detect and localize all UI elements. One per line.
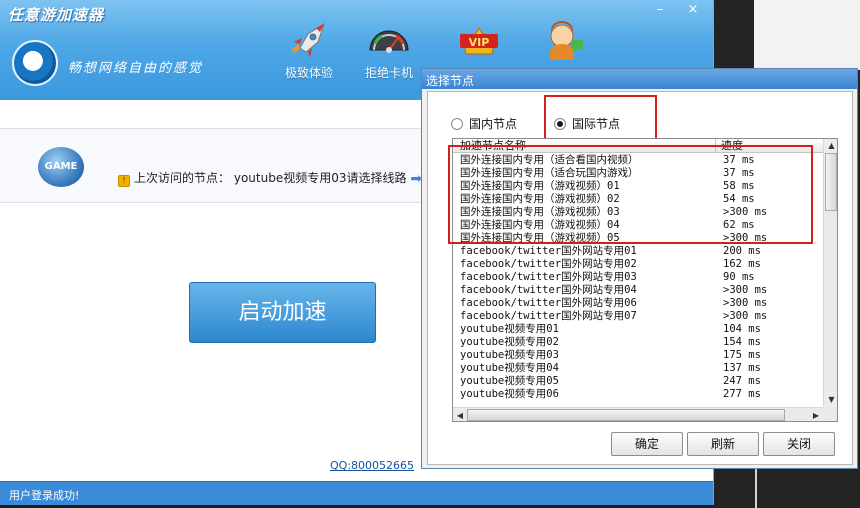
toolbar-label: 拒绝卡机 — [364, 66, 413, 80]
support-agent-icon — [550, 21, 583, 60]
radio-international-nodes[interactable]: 国际节点 — [554, 115, 620, 132]
scroll-left-icon[interactable]: ◀ — [453, 408, 467, 421]
close-button[interactable]: 关闭 — [763, 432, 835, 456]
node-speed: >300 ms — [723, 310, 768, 322]
radio-button[interactable] — [451, 118, 463, 130]
table-row[interactable]: youtube视频专用05 247 ms — [453, 375, 823, 388]
svg-text:VIP: VIP — [469, 36, 490, 49]
node-name: facebook/twitter国外网站专用03 — [460, 271, 637, 283]
warning-icon: ! — [118, 175, 130, 187]
minimize-button[interactable]: – — [645, 0, 675, 20]
node-name: youtube视频专用06 — [460, 388, 559, 400]
node-speed: >300 ms — [723, 297, 768, 309]
scroll-thumb[interactable] — [467, 409, 785, 421]
table-row[interactable]: youtube视频专用03 175 ms — [453, 349, 823, 362]
table-row[interactable]: facebook/twitter国外网站专用07 >300 ms — [453, 310, 823, 323]
table-row[interactable]: facebook/twitter国外网站专用06 >300 ms — [453, 297, 823, 310]
table-row[interactable]: facebook/twitter国外网站专用03 90 ms — [453, 271, 823, 284]
node-name: facebook/twitter国外网站专用04 — [460, 284, 637, 296]
app-title: 任意游加速器 — [8, 6, 105, 24]
app-logo-icon — [12, 40, 58, 86]
status-bar: 用户登录成功! — [0, 481, 713, 505]
node-speed: 277 ms — [723, 388, 761, 400]
radio-label: 国际节点 — [572, 117, 621, 131]
node-name: facebook/twitter国外网站专用07 — [460, 310, 637, 322]
last-node-row: ! 上次访问的节点： youtube视频专用03请选择线路 ➡ — [118, 169, 422, 187]
ok-button[interactable]: 确定 — [611, 432, 683, 456]
node-name: facebook/twitter国外网站专用06 — [460, 297, 637, 309]
node-speed: 162 ms — [723, 258, 761, 270]
horizontal-scrollbar[interactable]: ◀ ▶ — [453, 407, 823, 421]
radio-button-selected[interactable] — [554, 118, 566, 130]
node-name: youtube视频专用05 — [460, 375, 559, 387]
last-node-value: youtube视频专用03请选择线路 — [233, 171, 407, 185]
toolbar-label: 极致体验 — [284, 66, 333, 80]
vertical-scrollbar[interactable]: ▲ ▼ — [823, 139, 837, 407]
node-speed: 104 ms — [723, 323, 761, 335]
background-panel — [754, 0, 860, 70]
table-row[interactable]: youtube视频专用04 137 ms — [453, 362, 823, 375]
last-node-label: 上次访问的节点： — [134, 171, 231, 185]
scroll-up-icon[interactable]: ▲ — [824, 139, 837, 153]
node-name: facebook/twitter国外网站专用02 — [460, 258, 637, 270]
highlight-box — [448, 145, 813, 244]
status-text: 用户登录成功! — [9, 489, 80, 502]
dialog-title: 选择节点 — [426, 74, 475, 88]
table-row[interactable]: facebook/twitter国外网站专用04 >300 ms — [453, 284, 823, 297]
game-icon: GAME — [38, 147, 84, 187]
node-speed: 137 ms — [723, 362, 761, 374]
node-name: youtube视频专用04 — [460, 362, 559, 374]
select-node-dialog: 选择节点 国内节点 国际节点 加速节点名称 速度 国外连接国内专用（适合看国内视… — [421, 68, 858, 469]
node-speed: 200 ms — [723, 245, 761, 257]
toolbar-extreme-experience[interactable]: 极致体验 — [274, 20, 344, 82]
node-name: youtube视频专用01 — [460, 323, 559, 335]
speedometer-icon — [369, 30, 409, 53]
rocket-icon — [290, 22, 325, 58]
close-window-button[interactable]: × — [678, 0, 708, 20]
slogan: 畅想网络自由的感觉 — [68, 61, 204, 76]
radio-label: 国内节点 — [469, 117, 518, 131]
node-speed: >300 ms — [723, 284, 768, 296]
radio-domestic-nodes[interactable]: 国内节点 — [451, 115, 517, 132]
node-name: youtube视频专用03 — [460, 349, 559, 361]
scroll-down-icon[interactable]: ▼ — [824, 393, 837, 407]
node-name: facebook/twitter国外网站专用01 — [460, 245, 637, 257]
table-row[interactable]: facebook/twitter国外网站专用01 200 ms — [453, 245, 823, 258]
table-row[interactable]: youtube视频专用01 104 ms — [453, 323, 823, 336]
node-speed: 247 ms — [723, 375, 761, 387]
table-row[interactable]: youtube视频专用06 277 ms — [453, 388, 823, 401]
node-speed: 90 ms — [723, 271, 755, 283]
node-name: youtube视频专用02 — [460, 336, 559, 348]
table-row[interactable]: youtube视频专用02 154 ms — [453, 336, 823, 349]
qq-contact-link[interactable]: QQ:800052665 — [330, 459, 414, 472]
dialog-titlebar[interactable]: 选择节点 — [422, 69, 857, 89]
vip-icon: VIP — [460, 27, 498, 55]
refresh-button[interactable]: 刷新 — [687, 432, 759, 456]
node-speed: 154 ms — [723, 336, 761, 348]
node-speed: 175 ms — [723, 349, 761, 361]
start-acceleration-button[interactable]: 启动加速 — [189, 282, 376, 343]
scroll-corner — [823, 407, 837, 421]
table-row[interactable]: facebook/twitter国外网站专用02 162 ms — [453, 258, 823, 271]
toolbar-no-lag[interactable]: 拒绝卡机 — [354, 20, 424, 82]
scroll-thumb[interactable] — [825, 153, 837, 211]
scroll-right-icon[interactable]: ▶ — [809, 408, 823, 421]
